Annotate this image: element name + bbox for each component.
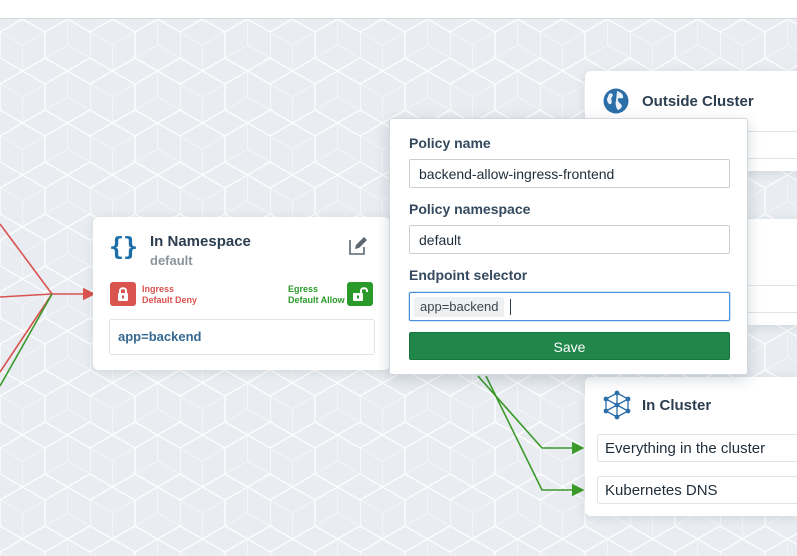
in-cluster-item-everything[interactable]: Everything in the cluster xyxy=(597,434,797,462)
endpoint-selector-label: Endpoint selector xyxy=(409,267,528,283)
in-cluster-title: In Cluster xyxy=(642,397,712,414)
policy-name-label: Policy name xyxy=(409,135,491,151)
policy-namespace-label: Policy namespace xyxy=(409,201,531,217)
policy-name-input[interactable] xyxy=(409,159,730,188)
save-button[interactable]: Save xyxy=(409,332,730,360)
ingress-policy: Default Deny xyxy=(142,295,198,305)
in-cluster-card: In Cluster Everything in the cluster Kub… xyxy=(585,377,797,516)
namespace-card: {} In Namespace default Ingress Default … xyxy=(93,217,398,370)
endpoint-selector-input[interactable]: app=backend xyxy=(409,292,730,321)
outside-cluster-title: Outside Cluster xyxy=(642,93,754,110)
egress-unlock-icon[interactable] xyxy=(347,282,373,306)
cluster-icon xyxy=(603,390,631,420)
namespace-title: In Namespace xyxy=(150,233,251,250)
namespace-braces-icon: {} xyxy=(109,232,138,261)
ingress-lock-icon[interactable] xyxy=(110,282,136,306)
egress-edges xyxy=(477,375,585,497)
policy-namespace-input[interactable] xyxy=(409,225,730,254)
text-caret xyxy=(510,299,511,315)
egress-label: Egress xyxy=(288,284,319,294)
selector-tag[interactable]: app=backend xyxy=(414,297,505,317)
ingress-edges xyxy=(0,223,96,387)
edit-icon[interactable] xyxy=(347,235,369,257)
namespace-subtitle: default xyxy=(150,253,193,268)
ingress-label: Ingress xyxy=(142,284,175,294)
egress-policy: Default Allow xyxy=(288,295,345,305)
globe-icon xyxy=(603,88,629,114)
endpoint-selector-display: app=backend xyxy=(109,319,375,355)
in-cluster-item-kube-dns[interactable]: Kubernetes DNS xyxy=(597,476,797,504)
policy-form-popup: Policy name Policy namespace Endpoint se… xyxy=(389,118,748,375)
